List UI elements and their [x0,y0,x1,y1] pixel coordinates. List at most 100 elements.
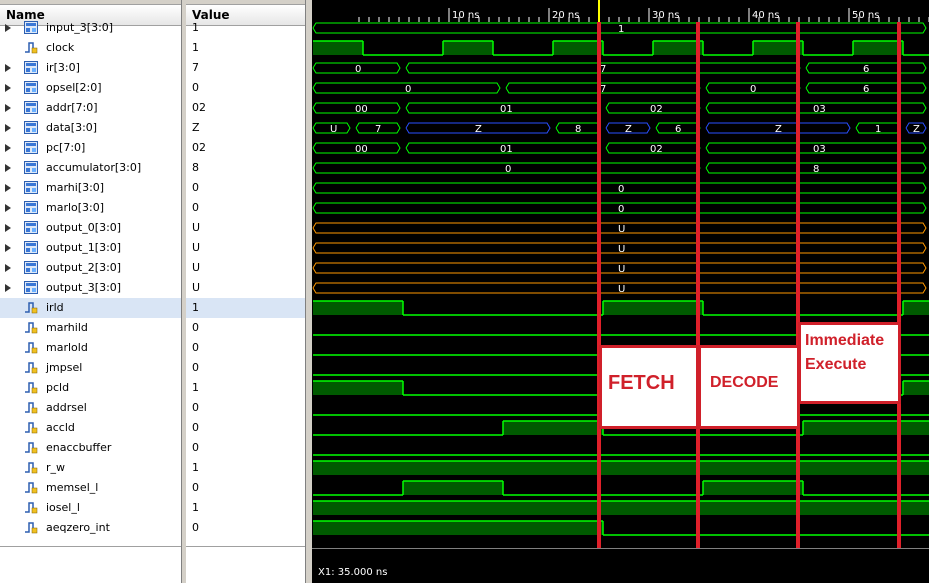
signal-name: output_1[3:0] [46,241,122,254]
expand-arrow-icon[interactable] [5,264,11,272]
bus-value-label: 1 [875,124,881,135]
signal-row[interactable]: output_0[3:0] [0,218,181,238]
expand-arrow-icon[interactable] [5,144,11,152]
signal-row[interactable]: addr[7:0] [0,98,181,118]
bus-signal-icon [24,21,38,34]
signal-row[interactable]: accld [0,418,181,438]
bus-value-label: 0 [750,84,756,95]
value-column-header[interactable]: Value [186,4,305,26]
bit-high-region [503,421,603,435]
signal-row[interactable]: aeqzero_int [0,518,181,538]
expand-arrow-icon[interactable] [5,104,11,112]
bus-value-label: 00 [355,104,368,115]
signal-name: output_0[3:0] [46,221,122,234]
bus-signal-icon [24,141,38,154]
signal-row[interactable]: data[3:0] [0,118,181,138]
expand-arrow-icon[interactable] [5,84,11,92]
signal-row[interactable]: marhild [0,318,181,338]
bus-value-label: 02 [650,104,663,115]
value-pane-footer [186,546,305,583]
expand-arrow-icon[interactable] [5,24,11,32]
signal-row[interactable]: clock [0,38,181,58]
bus-signal-icon [24,261,38,274]
signal-row[interactable]: output_1[3:0] [0,238,181,258]
expand-arrow-icon[interactable] [5,284,11,292]
signal-name: pcld [46,381,70,394]
bus-signal-icon [24,221,38,234]
signal-row[interactable]: marhi[3:0] [0,178,181,198]
signal-value: 0 [192,321,199,334]
expand-arrow-icon[interactable] [5,64,11,72]
signal-name: marlo[3:0] [46,201,105,214]
bus-value-label: 8 [575,124,581,135]
signal-row[interactable]: pc[7:0] [0,138,181,158]
execute-label: Execute [805,356,867,373]
bit-high-region [313,461,929,475]
signal-row[interactable]: irld [0,298,181,318]
signal-row[interactable]: memsel_l [0,478,181,498]
bus-signal-icon [24,101,38,114]
time-tick-label: 40 ns [752,10,779,21]
waveform-canvas[interactable]: 10 ns20 ns30 ns40 ns50 ns60 ns1076070600… [312,0,929,548]
expand-arrow-icon[interactable] [5,124,11,132]
bus-value-label: 00 [355,144,368,155]
bus-value-label: U [618,264,625,275]
cursor-readout: X1: 35.000 ns [312,548,929,583]
signal-value: 0 [192,181,199,194]
signal-row[interactable]: marlo[3:0] [0,198,181,218]
logic-signal-icon [24,321,38,334]
bus-value-label: 01 [500,104,513,115]
expand-arrow-icon[interactable] [5,184,11,192]
immediate-label: Immediate [805,332,885,349]
signal-value: 1 [192,41,199,54]
signal-name: marhild [46,321,88,334]
signal-row[interactable]: jmpsel [0,358,181,378]
bit-high-region [313,41,363,55]
signal-row[interactable]: iosel_l [0,498,181,518]
signal-name: input_3[3:0] [46,21,114,34]
signal-row[interactable]: marlold [0,338,181,358]
expand-arrow-icon[interactable] [5,164,11,172]
bit-high-region [443,41,493,55]
immediate-execute-annotation: Immediate Execute [798,322,901,404]
signal-row[interactable]: accumulator[3:0] [0,158,181,178]
bit-high-region [703,481,803,495]
signal-value: 8 [192,161,199,174]
signal-name: enaccbuffer [46,441,112,454]
bus-signal-icon [24,161,38,174]
bus-value-label: 7 [375,124,381,135]
signal-row[interactable]: r_w [0,458,181,478]
expand-arrow-icon[interactable] [5,204,11,212]
selected-row-highlight [186,298,305,318]
time-tick-label: 10 ns [452,10,479,21]
signal-row[interactable]: pcld [0,378,181,398]
time-tick-label: 50 ns [852,10,879,21]
signal-row[interactable]: output_2[3:0] [0,258,181,278]
wave-splitter[interactable] [305,0,312,583]
signal-row[interactable]: output_3[3:0] [0,278,181,298]
expand-arrow-icon[interactable] [5,244,11,252]
signal-name: opsel[2:0] [46,81,102,94]
expand-arrow-icon[interactable] [5,224,11,232]
bus-signal-icon [24,281,38,294]
signal-name: r_w [46,461,66,474]
signal-row[interactable]: addrsel [0,398,181,418]
bit-high-region [603,301,703,315]
signal-row[interactable]: opsel[2:0] [0,78,181,98]
signal-row[interactable]: input_3[3:0] [0,18,181,38]
bus-value-label: 6 [675,124,681,135]
decode-annotation: DECODE [698,345,800,429]
signal-name: marlold [46,341,88,354]
bit-high-region [753,41,803,55]
signal-row[interactable]: ir[3:0] [0,58,181,78]
bus-value-label: U [618,224,625,235]
signal-name: addr[7:0] [46,101,98,114]
signal-row[interactable]: enaccbuffer [0,438,181,458]
signal-value: 0 [192,421,199,434]
signal-value: U [192,241,201,254]
logic-signal-icon [24,501,38,514]
decode-label: DECODE [710,374,779,391]
bus-signal-icon [24,61,38,74]
signal-name: accumulator[3:0] [46,161,142,174]
waveform-view[interactable]: 10 ns20 ns30 ns40 ns50 ns60 ns1076070600… [312,0,929,583]
